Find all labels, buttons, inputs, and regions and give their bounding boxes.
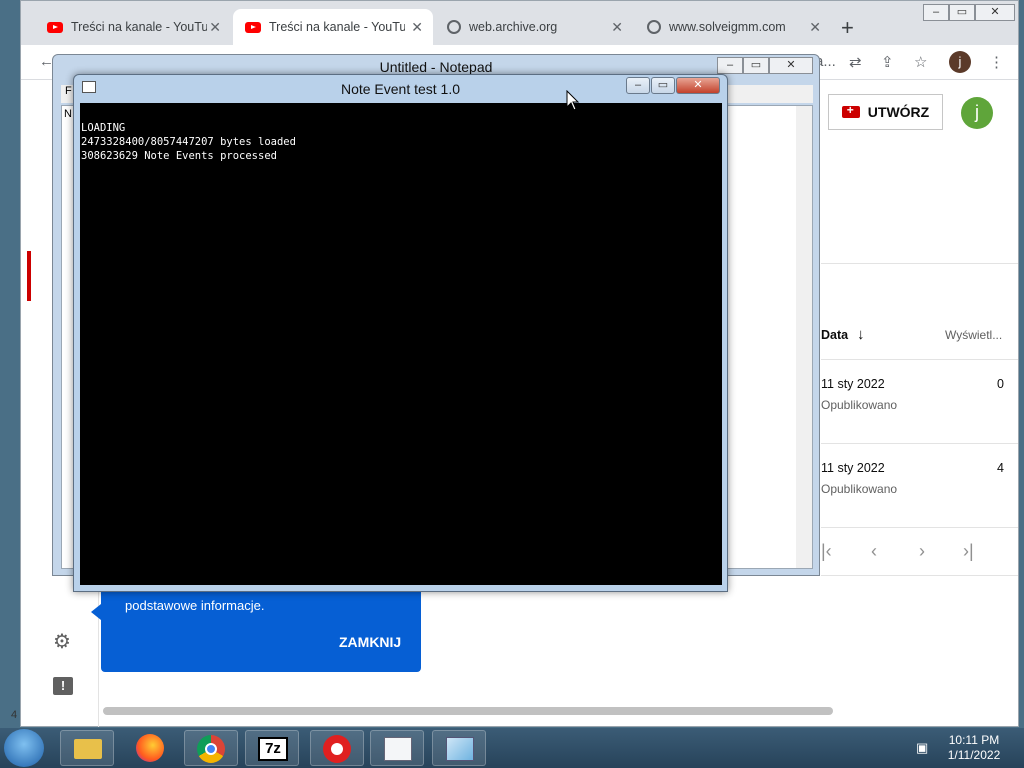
share-icon[interactable]: ⇪ (881, 53, 894, 71)
recorder-icon (323, 735, 351, 763)
console-line: 308623629 Note Events processed (81, 150, 277, 162)
console-output: LOADING 2473328400/8057447207 bytes load… (80, 103, 722, 585)
info-tooltip: podstawowe informacje. ZAMKNIJ (91, 590, 421, 672)
note-event-minimize-button[interactable]: – (626, 77, 650, 94)
notepad-vertical-scrollbar[interactable] (796, 106, 812, 568)
notepad-text: N (64, 108, 72, 120)
tab-title: www.solveigmm.com (669, 20, 786, 34)
note-event-taskbar-button[interactable] (432, 730, 486, 766)
channel-avatar[interactable]: j (961, 97, 993, 129)
video-camera-icon (841, 103, 860, 118)
firefox-icon (136, 734, 164, 762)
explorer-taskbar-button[interactable] (60, 730, 114, 766)
horizontal-scrollbar[interactable] (103, 707, 833, 715)
browser-close-button[interactable]: ✕ (975, 4, 1015, 21)
taskbar: 7z ▣ (0, 728, 1024, 768)
globe-icon (447, 20, 461, 34)
system-clock[interactable]: 10:11 PM 1/11/2022 (924, 733, 1024, 763)
left-sidebar: ⚙ ! (21, 591, 99, 727)
notepad-app-icon (384, 737, 412, 761)
divider (821, 263, 1018, 264)
translate-icon[interactable]: ⇄ (849, 53, 862, 71)
notepad-taskbar-button[interactable] (370, 730, 424, 766)
profile-avatar[interactable]: j (949, 51, 971, 73)
youtube-icon (245, 21, 261, 33)
console-line: LOADING (81, 122, 126, 134)
tooltip-close-button[interactable]: ZAMKNIJ (339, 634, 401, 650)
prev-page-icon[interactable]: ‹ (871, 541, 877, 562)
chrome-taskbar-button[interactable] (184, 730, 238, 766)
tab-strip: Treści na kanale - YouTub ✕ Treści na ka… (21, 1, 1018, 45)
bookmark-star-icon[interactable]: ☆ (914, 53, 927, 71)
divider (821, 527, 1018, 528)
notepad-maximize-button[interactable]: ▭ (743, 57, 769, 74)
first-page-icon[interactable]: |‹ (821, 541, 832, 562)
clock-time: 10:11 PM (948, 733, 1000, 747)
tab-web-archive[interactable]: web.archive.org ✕ (435, 9, 633, 45)
note-event-close-button[interactable]: ✕ (676, 77, 720, 94)
sort-arrow-icon: ↓ (857, 326, 865, 343)
new-tab-button[interactable]: + (841, 15, 854, 41)
close-tab-icon[interactable]: ✕ (209, 19, 221, 36)
notepad-close-button[interactable]: ✕ (769, 57, 813, 74)
browser-minimize-button[interactable]: – (923, 4, 949, 21)
tab-title: web.archive.org (469, 20, 558, 34)
column-header-views[interactable]: Wyświetl... (945, 328, 1002, 342)
note-event-maximize-button[interactable]: ▭ (651, 77, 675, 94)
browser-maximize-button[interactable]: ▭ (949, 4, 975, 21)
globe-icon (647, 20, 661, 34)
last-page-icon[interactable]: ›| (963, 541, 974, 562)
row-status: Opublikowano (821, 398, 898, 412)
youtube-icon (47, 21, 63, 33)
divider (821, 575, 1018, 576)
row-date: 11 sty 2022 (821, 461, 885, 475)
7zip-icon: 7z (258, 737, 288, 761)
tab-solveigmm[interactable]: www.solveigmm.com ✕ (635, 9, 831, 45)
start-button[interactable] (4, 729, 44, 767)
divider (821, 443, 1018, 444)
close-tab-icon[interactable]: ✕ (611, 19, 623, 36)
feedback-icon[interactable]: ! (53, 677, 73, 695)
next-page-icon[interactable]: › (919, 541, 925, 562)
note-event-window[interactable]: Note Event test 1.0 – ▭ ✕ LOADING 247332… (73, 74, 728, 592)
notepad-title: Untitled - Notepad (379, 59, 493, 75)
7zip-taskbar-button[interactable]: 7z (245, 730, 299, 766)
console-line: 2473328400/8057447207 bytes loaded (81, 136, 296, 148)
menu-icon[interactable]: ⋮ (989, 53, 1004, 71)
row-status: Opublikowano (821, 482, 898, 496)
notepad-menu-file[interactable]: F (65, 85, 72, 97)
settings-gear-icon[interactable]: ⚙ (53, 629, 71, 654)
mouse-cursor-icon (566, 90, 580, 111)
close-tab-icon[interactable]: ✕ (809, 19, 821, 36)
create-button[interactable]: UTWÓRZ (828, 94, 943, 130)
close-tab-icon[interactable]: ✕ (411, 19, 423, 36)
row-date: 11 sty 2022 (821, 377, 885, 391)
clock-date: 1/11/2022 (947, 748, 1001, 762)
tooltip-text: podstawowe informacje. (125, 598, 265, 613)
edge-digit: 4 (11, 709, 18, 721)
explorer-icon (74, 739, 102, 759)
notepad-minimize-button[interactable]: – (717, 57, 743, 74)
column-header-date[interactable]: Data (821, 328, 848, 342)
row-views: 0 (997, 377, 1004, 391)
chrome-icon (197, 735, 225, 763)
firefox-taskbar-button[interactable] (124, 730, 178, 766)
tab-title: Treści na kanale - YouTub (71, 20, 207, 34)
note-event-app-icon (446, 737, 474, 761)
tab-youtube-1[interactable]: Treści na kanale - YouTub ✕ (35, 9, 231, 45)
tab-title: Treści na kanale - YouTub (269, 20, 405, 34)
active-nav-indicator (27, 251, 31, 301)
recorder-taskbar-button[interactable] (310, 730, 364, 766)
create-button-label: UTWÓRZ (867, 104, 930, 120)
row-views: 4 (997, 461, 1004, 475)
tab-youtube-2[interactable]: Treści na kanale - YouTub ✕ (233, 9, 433, 45)
divider (821, 359, 1018, 360)
